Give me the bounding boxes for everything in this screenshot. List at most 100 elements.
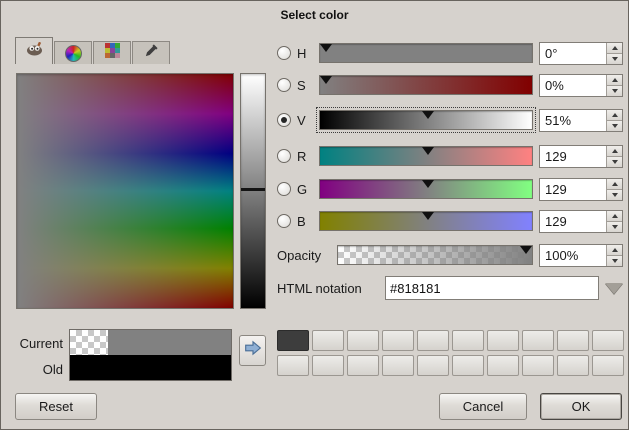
slider-marker[interactable] bbox=[422, 111, 434, 119]
opacity-slider[interactable] bbox=[337, 245, 533, 265]
opacity-spinbox: 100% bbox=[539, 244, 623, 267]
current-label: Current bbox=[1, 336, 63, 351]
channel-row-v: V 51% bbox=[277, 108, 623, 132]
palette-cell[interactable] bbox=[347, 355, 379, 376]
palette-cell[interactable] bbox=[522, 355, 554, 376]
reset-button[interactable]: Reset bbox=[15, 393, 97, 420]
slider-marker[interactable] bbox=[320, 76, 332, 84]
palette-cell[interactable] bbox=[277, 330, 309, 351]
spin-down-button[interactable] bbox=[607, 85, 622, 96]
color-square[interactable] bbox=[16, 73, 234, 309]
palette-cell[interactable] bbox=[312, 330, 344, 351]
spin-up-button[interactable] bbox=[607, 245, 622, 255]
slider-marker[interactable] bbox=[320, 44, 332, 52]
red-spinbox: 129 bbox=[539, 145, 623, 168]
saturation-value[interactable]: 0% bbox=[540, 75, 606, 96]
value-strip[interactable] bbox=[240, 73, 266, 309]
opacity-gradient bbox=[338, 246, 532, 264]
radio-v[interactable] bbox=[277, 113, 291, 127]
slider-marker[interactable] bbox=[422, 147, 434, 155]
cancel-button[interactable]: Cancel bbox=[439, 393, 527, 420]
opacity-value[interactable]: 100% bbox=[540, 245, 606, 266]
spin-up-button[interactable] bbox=[607, 75, 622, 85]
saturation-slider[interactable] bbox=[319, 75, 533, 95]
eyedropper-icon bbox=[144, 43, 159, 63]
chevron-down-icon[interactable] bbox=[605, 283, 623, 294]
slider-marker[interactable] bbox=[422, 212, 434, 220]
radio-r[interactable] bbox=[277, 149, 291, 163]
alpha-checker bbox=[70, 330, 108, 355]
radio-s[interactable] bbox=[277, 78, 291, 92]
channel-row-h: H 0° bbox=[277, 41, 623, 65]
palette-cell[interactable] bbox=[522, 330, 554, 351]
value-strip-marker[interactable] bbox=[241, 188, 265, 191]
palette-cell[interactable] bbox=[487, 330, 519, 351]
selector-tabbar bbox=[15, 37, 170, 64]
radio-h[interactable] bbox=[277, 46, 291, 60]
palette-cell[interactable] bbox=[487, 355, 519, 376]
spin-down-button[interactable] bbox=[607, 120, 622, 131]
add-to-palette-button[interactable] bbox=[239, 335, 266, 366]
palette-cell[interactable] bbox=[557, 355, 589, 376]
palette-cell[interactable] bbox=[452, 330, 484, 351]
spin-up-button[interactable] bbox=[607, 179, 622, 189]
spin-down-button[interactable] bbox=[607, 156, 622, 167]
slider-marker[interactable] bbox=[422, 180, 434, 188]
tab-palette[interactable] bbox=[93, 41, 131, 64]
channel-row-b: B 129 bbox=[277, 209, 623, 233]
palette-grid bbox=[277, 330, 624, 376]
value-value[interactable]: 51% bbox=[540, 110, 606, 131]
hue-slider[interactable] bbox=[319, 43, 533, 63]
spin-down-button[interactable] bbox=[607, 53, 622, 64]
html-notation-row: HTML notation bbox=[277, 276, 623, 300]
palette-icon bbox=[105, 43, 120, 63]
palette-cell[interactable] bbox=[347, 330, 379, 351]
tab-color-wheel[interactable] bbox=[54, 41, 92, 64]
spin-up-button[interactable] bbox=[607, 211, 622, 221]
channel-label-s: S bbox=[297, 78, 313, 93]
blue-slider[interactable] bbox=[319, 211, 533, 231]
radio-g[interactable] bbox=[277, 182, 291, 196]
channel-label-r: R bbox=[297, 149, 313, 164]
palette-cell[interactable] bbox=[417, 330, 449, 351]
blue-spinbox: 129 bbox=[539, 210, 623, 233]
palette-cell[interactable] bbox=[417, 355, 449, 376]
spin-up-button[interactable] bbox=[607, 146, 622, 156]
red-value[interactable]: 129 bbox=[540, 146, 606, 167]
spin-down-button[interactable] bbox=[607, 189, 622, 200]
palette-cell[interactable] bbox=[382, 355, 414, 376]
palette-cell[interactable] bbox=[452, 355, 484, 376]
palette-cell[interactable] bbox=[312, 355, 344, 376]
tab-eyedropper[interactable] bbox=[132, 41, 170, 64]
spin-down-button[interactable] bbox=[607, 221, 622, 232]
radio-b[interactable] bbox=[277, 214, 291, 228]
green-slider[interactable] bbox=[319, 179, 533, 199]
saturation-spinbox: 0% bbox=[539, 74, 623, 97]
ok-button[interactable]: OK bbox=[540, 393, 622, 420]
blue-value[interactable]: 129 bbox=[540, 211, 606, 232]
hue-spinbox: 0° bbox=[539, 42, 623, 65]
html-notation-input[interactable] bbox=[385, 276, 599, 300]
channel-row-r: R 129 bbox=[277, 144, 623, 168]
palette-cell[interactable] bbox=[592, 355, 624, 376]
palette-cell[interactable] bbox=[592, 330, 624, 351]
value-slider[interactable] bbox=[319, 110, 533, 130]
current-swatch[interactable] bbox=[70, 330, 231, 355]
spin-down-button[interactable] bbox=[607, 255, 622, 266]
palette-cell[interactable] bbox=[277, 355, 309, 376]
palette-cell[interactable] bbox=[382, 330, 414, 351]
tab-gimp-selector[interactable] bbox=[15, 37, 53, 64]
slider-marker[interactable] bbox=[520, 246, 532, 254]
old-swatch[interactable] bbox=[70, 355, 231, 380]
green-spinbox: 129 bbox=[539, 178, 623, 201]
spin-up-button[interactable] bbox=[607, 43, 622, 53]
palette-cell[interactable] bbox=[557, 330, 589, 351]
channel-label-h: H bbox=[297, 46, 313, 61]
color-preview-box bbox=[69, 329, 232, 381]
red-slider[interactable] bbox=[319, 146, 533, 166]
channel-row-s: S 0% bbox=[277, 73, 623, 97]
hue-value[interactable]: 0° bbox=[540, 43, 606, 64]
green-value[interactable]: 129 bbox=[540, 179, 606, 200]
spin-up-button[interactable] bbox=[607, 110, 622, 120]
color-wheel-icon bbox=[65, 45, 82, 62]
